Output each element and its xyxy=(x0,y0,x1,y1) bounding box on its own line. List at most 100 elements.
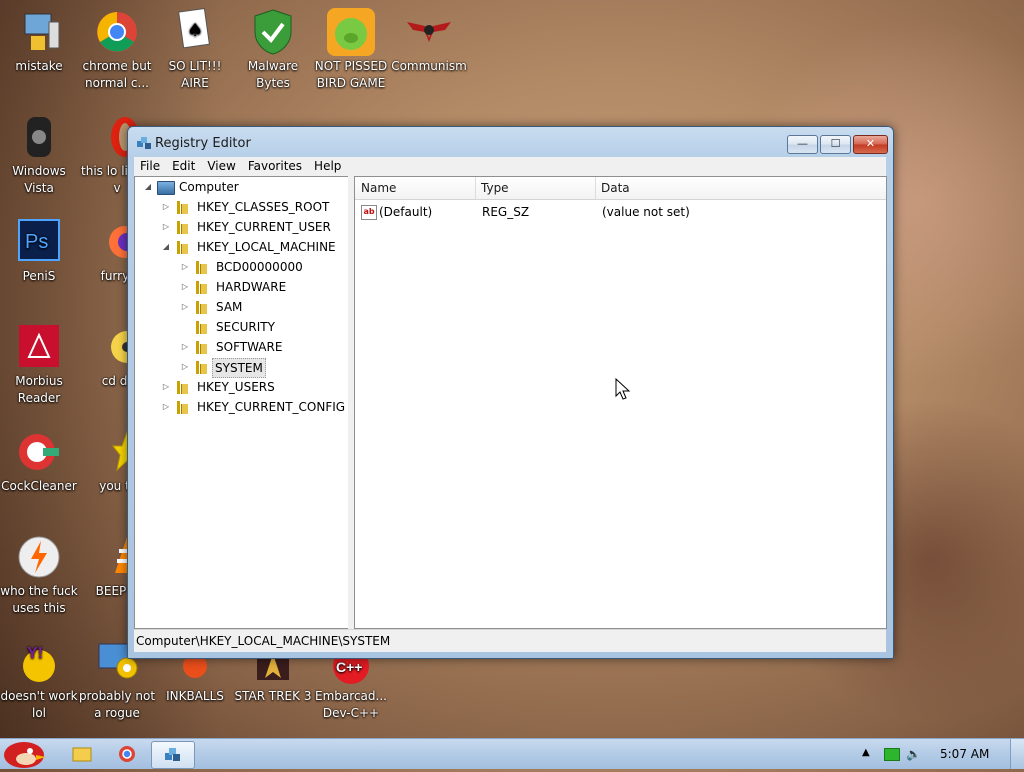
expand-icon[interactable]: ▷ xyxy=(161,377,171,397)
folder-icon xyxy=(192,341,208,354)
expand-icon[interactable]: ▷ xyxy=(180,277,190,297)
desktop-icon-windows-vista[interactable]: Windows Vista xyxy=(0,113,78,197)
desktop-icon-label: Communism xyxy=(391,59,467,73)
pig-icon xyxy=(327,8,375,56)
desktop-icon-label: chrome but normal c... xyxy=(82,59,152,90)
value-type: REG_SZ xyxy=(482,205,530,219)
registry-tree[interactable]: ◢ Computer ▷ HKEY_CLASSES_ROOT ▷ HKEY_CU… xyxy=(134,176,350,629)
menu-help[interactable]: Help xyxy=(308,157,347,175)
folder-icon xyxy=(192,321,208,334)
expand-icon[interactable]: ▷ xyxy=(180,337,190,357)
show-hidden-icons-chevron-icon[interactable]: ▲ xyxy=(862,747,870,758)
expand-icon[interactable]: ▷ xyxy=(180,297,190,317)
list-header: Name Type Data xyxy=(355,177,886,200)
chrome-icon xyxy=(93,8,141,56)
desktop-icon-communism[interactable]: Communism xyxy=(390,8,468,75)
tree-item-label: HKEY_LOCAL_MACHINE xyxy=(197,240,336,254)
desktop-icon-morbius-reader[interactable]: Morbius Reader xyxy=(0,323,78,407)
list-item[interactable]: ab (Default) REG_SZ (value not set) xyxy=(355,202,886,222)
menu-favorites[interactable]: Favorites xyxy=(242,157,308,175)
menu-file[interactable]: File xyxy=(134,157,166,175)
battery-icon[interactable] xyxy=(884,748,900,761)
desktop-icon-cockcleaner[interactable]: CockCleaner xyxy=(0,428,78,495)
desktop-icon-mistake[interactable]: mistake xyxy=(0,8,78,75)
monitor-gadget-icon xyxy=(15,8,63,56)
taskbar-explorer-button[interactable] xyxy=(70,741,94,767)
taskbar-chrome-button[interactable] xyxy=(115,741,139,767)
maximize-button[interactable]: ☐ xyxy=(820,135,851,154)
photoshop-icon: Ps xyxy=(15,218,63,266)
desktop-icon-label: doesn't work lol xyxy=(0,689,78,720)
collapse-icon[interactable]: ◢ xyxy=(161,237,171,257)
tree-item-label: SECURITY xyxy=(216,320,275,334)
expand-icon[interactable]: ▷ xyxy=(161,397,171,417)
solitaire-icon: ♠ xyxy=(171,7,219,56)
desktop-icon-solitaire[interactable]: ♠ SO LIT!!! AIRE xyxy=(156,7,234,92)
menu-edit[interactable]: Edit xyxy=(166,157,201,175)
title-bar[interactable]: Registry Editor — ☐ ✕ xyxy=(128,127,893,157)
taskbar-clock[interactable]: 5:07 AM xyxy=(940,739,989,769)
vista-can-icon xyxy=(15,113,63,161)
status-bar: Computer\HKEY_LOCAL_MACHINE\SYSTEM xyxy=(134,629,886,652)
expand-icon[interactable]: ▷ xyxy=(180,357,190,377)
ccleaner-icon xyxy=(15,428,63,476)
svg-text:C++: C++ xyxy=(336,659,362,675)
desktop-icon-label: INKBALLS xyxy=(166,689,224,703)
menu-view[interactable]: View xyxy=(201,157,241,175)
chrome-icon xyxy=(119,746,135,762)
pdf-reader-icon xyxy=(15,323,63,371)
tree-item-label: HARDWARE xyxy=(216,280,287,294)
tree-item-label: Computer xyxy=(179,180,239,194)
computer-icon xyxy=(157,181,175,195)
folder-icon xyxy=(192,301,208,314)
desktop-icon-chrome[interactable]: chrome but normal c... xyxy=(78,8,156,92)
desktop-icon-not-pissed-bird[interactable]: NOT PISSED BIRD GAME xyxy=(312,8,390,92)
folder-icon xyxy=(192,361,208,374)
desktop-icon-penis[interactable]: Ps PeniS xyxy=(0,218,78,285)
yahoo-messenger-icon: Y! xyxy=(15,638,63,686)
column-header-name[interactable]: Name xyxy=(355,177,476,199)
svg-text:Y!: Y! xyxy=(27,645,43,662)
value-name: (Default) xyxy=(379,205,433,219)
regedit-icon xyxy=(136,135,152,151)
desktop-icon-who-uses-this[interactable]: who the fuck uses this xyxy=(0,533,78,617)
desktop-icon-label: Morbius Reader xyxy=(15,374,63,405)
shield-icon xyxy=(249,8,297,56)
column-header-data[interactable]: Data xyxy=(595,177,887,199)
desktop-icon-label: NOT PISSED BIRD GAME xyxy=(314,59,388,90)
window-title: Registry Editor xyxy=(155,136,251,151)
minimize-button[interactable]: — xyxy=(787,135,818,154)
tree-item-label: SOFTWARE xyxy=(216,340,283,354)
folder-icon xyxy=(192,281,208,294)
show-desktop-button[interactable] xyxy=(1010,739,1024,769)
wing-emblem-icon xyxy=(405,8,453,56)
desktop-icon-doesnt-work[interactable]: Y! doesn't work lol xyxy=(0,638,78,722)
expand-icon[interactable]: ▷ xyxy=(161,197,171,217)
tree-item-label-selected: SYSTEM xyxy=(212,358,266,378)
folder-icon xyxy=(173,401,189,414)
taskbar-regedit-button[interactable] xyxy=(151,741,195,769)
expand-icon[interactable]: ▷ xyxy=(161,217,171,237)
desktop-icon-label: who the fuck uses this xyxy=(0,584,78,615)
start-button[interactable] xyxy=(0,733,50,769)
desktop-icon-malwarebytes[interactable]: Malware Bytes xyxy=(234,8,312,92)
desktop-icon-label: PeniS xyxy=(22,269,56,283)
desktop-icon-label: SO LIT!!! AIRE xyxy=(168,59,222,90)
volume-icon[interactable]: 🔈 xyxy=(906,747,921,761)
expand-icon[interactable]: ▷ xyxy=(180,257,190,277)
desktop-icon-label: STAR TREK 3 xyxy=(234,689,312,703)
column-header-type[interactable]: Type xyxy=(475,177,596,199)
winamp-icon xyxy=(15,533,63,581)
value-data: (value not set) xyxy=(602,205,690,219)
desktop-icon-label: Windows Vista xyxy=(12,164,66,195)
close-button[interactable]: ✕ xyxy=(853,135,888,154)
taskbar: ▲ 🔈 5:07 AM xyxy=(0,738,1024,769)
desktop-icon-label: CockCleaner xyxy=(1,479,77,493)
values-list[interactable]: Name Type Data ab (Default) REG_SZ (valu… xyxy=(354,176,887,629)
collapse-icon[interactable]: ◢ xyxy=(143,177,153,197)
tree-item-label: HKEY_USERS xyxy=(197,380,275,394)
angry-bird-start-icon xyxy=(4,742,46,768)
tree-item-label: HKEY_CURRENT_USER xyxy=(197,220,331,234)
folder-icon xyxy=(173,201,189,214)
status-path: Computer\HKEY_LOCAL_MACHINE\SYSTEM xyxy=(136,634,391,648)
